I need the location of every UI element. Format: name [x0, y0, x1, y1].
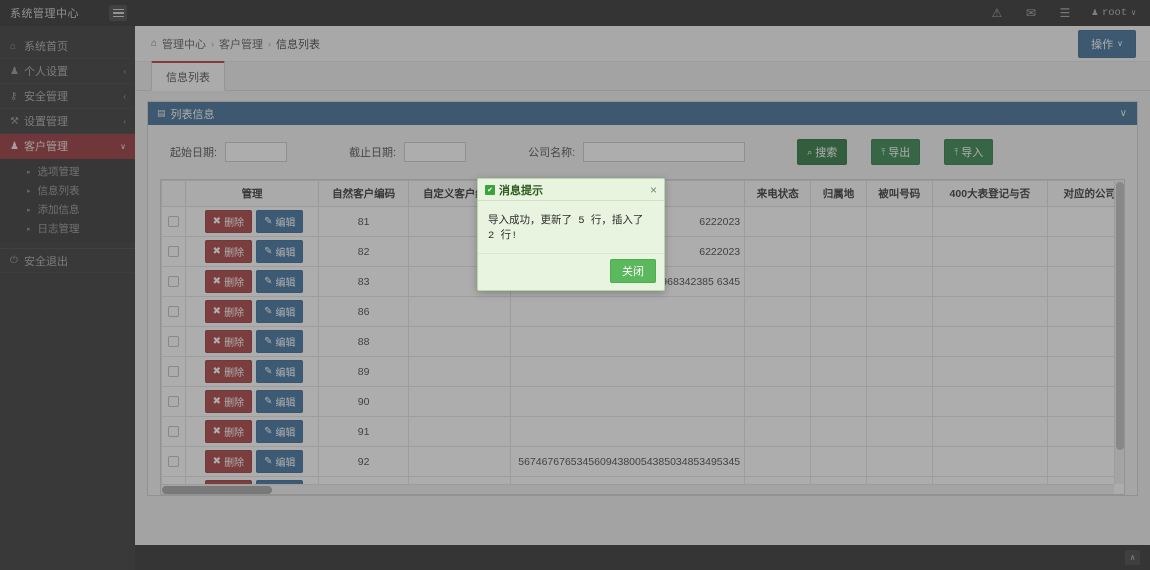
close-icon[interactable]: ×	[650, 184, 657, 196]
dialog-close-button[interactable]: 关闭	[610, 259, 656, 283]
dialog-message: 导入成功，更新了 5 行，插入了 2 行!	[478, 201, 664, 253]
dialog-footer: 关闭	[478, 253, 664, 290]
dialog-title: 消息提示	[499, 182, 543, 198]
dialog-title-group: ✔ 消息提示	[485, 182, 543, 198]
check-square-icon: ✔	[485, 185, 495, 195]
dialog-header: ✔ 消息提示 ×	[478, 179, 664, 201]
app-root: 系统管理中心 ⌂ 系统首页 ♟ 个人设置 ‹ ⚷ 安全管理 ‹ ⚒ 设置管理	[0, 0, 1150, 570]
message-dialog: ✔ 消息提示 × 导入成功，更新了 5 行，插入了 2 行! 关闭	[477, 178, 665, 291]
